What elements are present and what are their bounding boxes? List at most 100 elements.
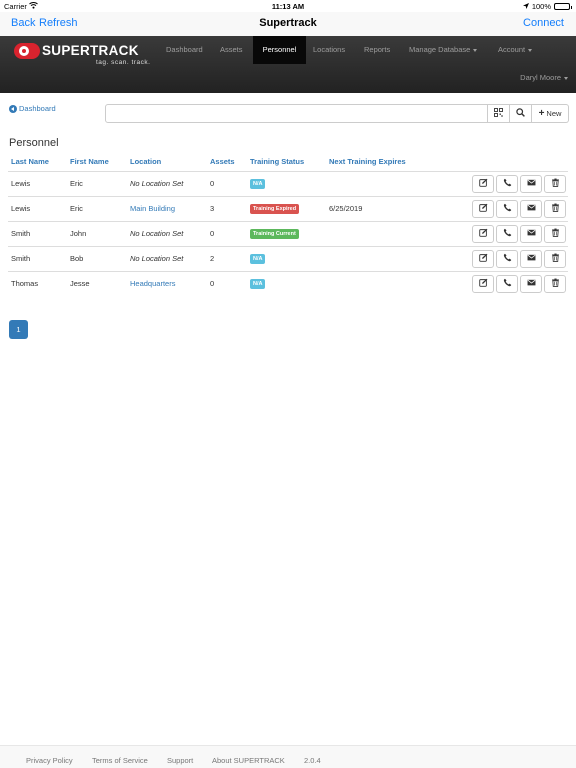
table-row[interactable]: Lewis Eric Main Building 3 Training Expired 6…	[8, 195, 568, 221]
caret-down-icon	[564, 76, 568, 80]
nav-assets[interactable]: Assets	[214, 36, 249, 64]
brand-name: SUPERTRACK	[42, 43, 139, 58]
connect-button[interactable]: Connect	[523, 17, 564, 29]
edit-button[interactable]	[472, 199, 494, 218]
location-not-set: No Location Set	[130, 229, 184, 238]
training-status-badge: N/A	[250, 279, 266, 290]
envelope-icon	[527, 278, 536, 289]
location-link[interactable]: Headquarters	[130, 279, 175, 288]
cell-actions	[426, 245, 568, 271]
location-link[interactable]: Main Building	[130, 204, 175, 213]
logo-mark-icon	[14, 43, 40, 59]
brand-tagline: tag. scan. track.	[96, 59, 151, 66]
nav-locations[interactable]: Locations	[307, 36, 351, 64]
envelope-icon	[527, 253, 536, 264]
delete-button[interactable]	[544, 249, 566, 268]
app-navigation-bar: Back Refresh Supertrack Connect	[0, 12, 576, 36]
cell-actions	[426, 195, 568, 221]
nav-account[interactable]: Account	[492, 36, 538, 64]
training-status-badge: N/A	[250, 254, 266, 264]
search-icon	[516, 108, 525, 119]
call-button[interactable]	[496, 249, 518, 268]
cell-actions	[426, 220, 568, 246]
battery-percent: 100%	[531, 2, 551, 11]
cell-actions	[426, 270, 568, 296]
column-header-assets[interactable]: Assets	[207, 152, 247, 172]
email-button[interactable]	[520, 274, 542, 293]
new-button-label: New	[546, 109, 562, 118]
cell-first-name: Jesse	[67, 270, 127, 296]
app-title: Supertrack	[259, 17, 317, 29]
search-group: + New	[105, 104, 569, 123]
nav-reports[interactable]: Reports	[358, 36, 396, 64]
footer-link-terms-of-service[interactable]: Terms of Service	[92, 756, 148, 765]
delete-button[interactable]	[544, 274, 566, 293]
qr-scan-button[interactable]	[488, 104, 510, 123]
edit-icon	[478, 203, 488, 214]
cell-next-training-expires	[326, 270, 426, 296]
table-header-row: Last Name First Name Location Assets Tra…	[8, 152, 568, 172]
call-button[interactable]	[496, 199, 518, 218]
app-version: 2.0.4	[304, 756, 321, 765]
cell-assets: 0	[207, 170, 247, 196]
cell-location: No Location Set	[127, 245, 207, 271]
cell-next-training-expires	[326, 170, 426, 196]
phone-icon	[503, 228, 512, 239]
email-button[interactable]	[520, 249, 542, 268]
table-row[interactable]: Smith John No Location Set 0 Training Curren…	[8, 220, 568, 246]
location-not-set: No Location Set	[130, 254, 184, 263]
qr-code-icon	[494, 108, 503, 119]
footer-link-support[interactable]: Support	[167, 756, 193, 765]
column-header-first-name[interactable]: First Name	[67, 152, 127, 172]
email-button[interactable]	[520, 174, 542, 193]
dashboard-back-link[interactable]: Dashboard	[9, 104, 56, 113]
column-header-training-status[interactable]: Training Status	[247, 152, 326, 172]
search-button[interactable]	[510, 104, 532, 123]
column-header-next-training-expires[interactable]: Next Training Expires	[326, 152, 426, 172]
column-header-location[interactable]: Location	[127, 152, 207, 172]
footer-link-privacy-policy[interactable]: Privacy Policy	[26, 756, 73, 765]
circle-arrow-left-icon	[9, 104, 17, 113]
trash-icon	[551, 253, 560, 264]
footer: Privacy Policy Terms of Service Support …	[0, 745, 576, 768]
dashboard-link-label: Dashboard	[19, 104, 56, 113]
cell-location: No Location Set	[127, 220, 207, 246]
nav-manage-database-label: Manage Database	[409, 45, 471, 54]
delete-button[interactable]	[544, 174, 566, 193]
call-button[interactable]	[496, 174, 518, 193]
edit-button[interactable]	[472, 274, 494, 293]
column-header-last-name[interactable]: Last Name	[8, 152, 67, 172]
table-row[interactable]: Smith Bob No Location Set 2 N/A	[8, 245, 568, 271]
trash-icon	[551, 203, 560, 214]
call-button[interactable]	[496, 224, 518, 243]
user-menu[interactable]: Daryl Moore	[520, 73, 568, 82]
footer-link-about[interactable]: About SUPERTRACK	[212, 756, 285, 765]
nav-personnel[interactable]: Personnel	[253, 36, 306, 64]
cell-last-name: Smith	[8, 245, 67, 271]
delete-button[interactable]	[544, 224, 566, 243]
supertrack-logo[interactable]: SUPERTRACK tag. scan. track.	[14, 40, 154, 68]
edit-button[interactable]	[472, 224, 494, 243]
edit-button[interactable]	[472, 249, 494, 268]
pagination-page-1[interactable]: 1	[9, 320, 28, 339]
email-button[interactable]	[520, 199, 542, 218]
cell-next-training-expires: 6/25/2019	[326, 195, 426, 221]
status-bar: Carrier 11:13 AM 100%	[0, 0, 576, 12]
cell-location: Headquarters	[127, 270, 207, 296]
caret-down-icon	[473, 48, 478, 52]
email-button[interactable]	[520, 224, 542, 243]
delete-button[interactable]	[544, 199, 566, 218]
cell-last-name: Lewis	[8, 170, 67, 196]
call-button[interactable]	[496, 274, 518, 293]
search-input[interactable]	[105, 104, 488, 123]
nav-dashboard[interactable]: Dashboard	[160, 36, 209, 64]
cell-assets: 3	[207, 195, 247, 221]
training-status-badge: Training Current	[250, 229, 299, 239]
edit-icon	[478, 178, 488, 189]
edit-button[interactable]	[472, 174, 494, 193]
trash-icon	[551, 178, 560, 189]
new-button[interactable]: + New	[532, 104, 569, 123]
nav-manage-database[interactable]: Manage Database	[403, 36, 483, 64]
table-row[interactable]: Lewis Eric No Location Set 0 N/A	[8, 170, 568, 196]
table-row[interactable]: Thomas Jesse Headquarters 0 N/A	[8, 270, 568, 296]
